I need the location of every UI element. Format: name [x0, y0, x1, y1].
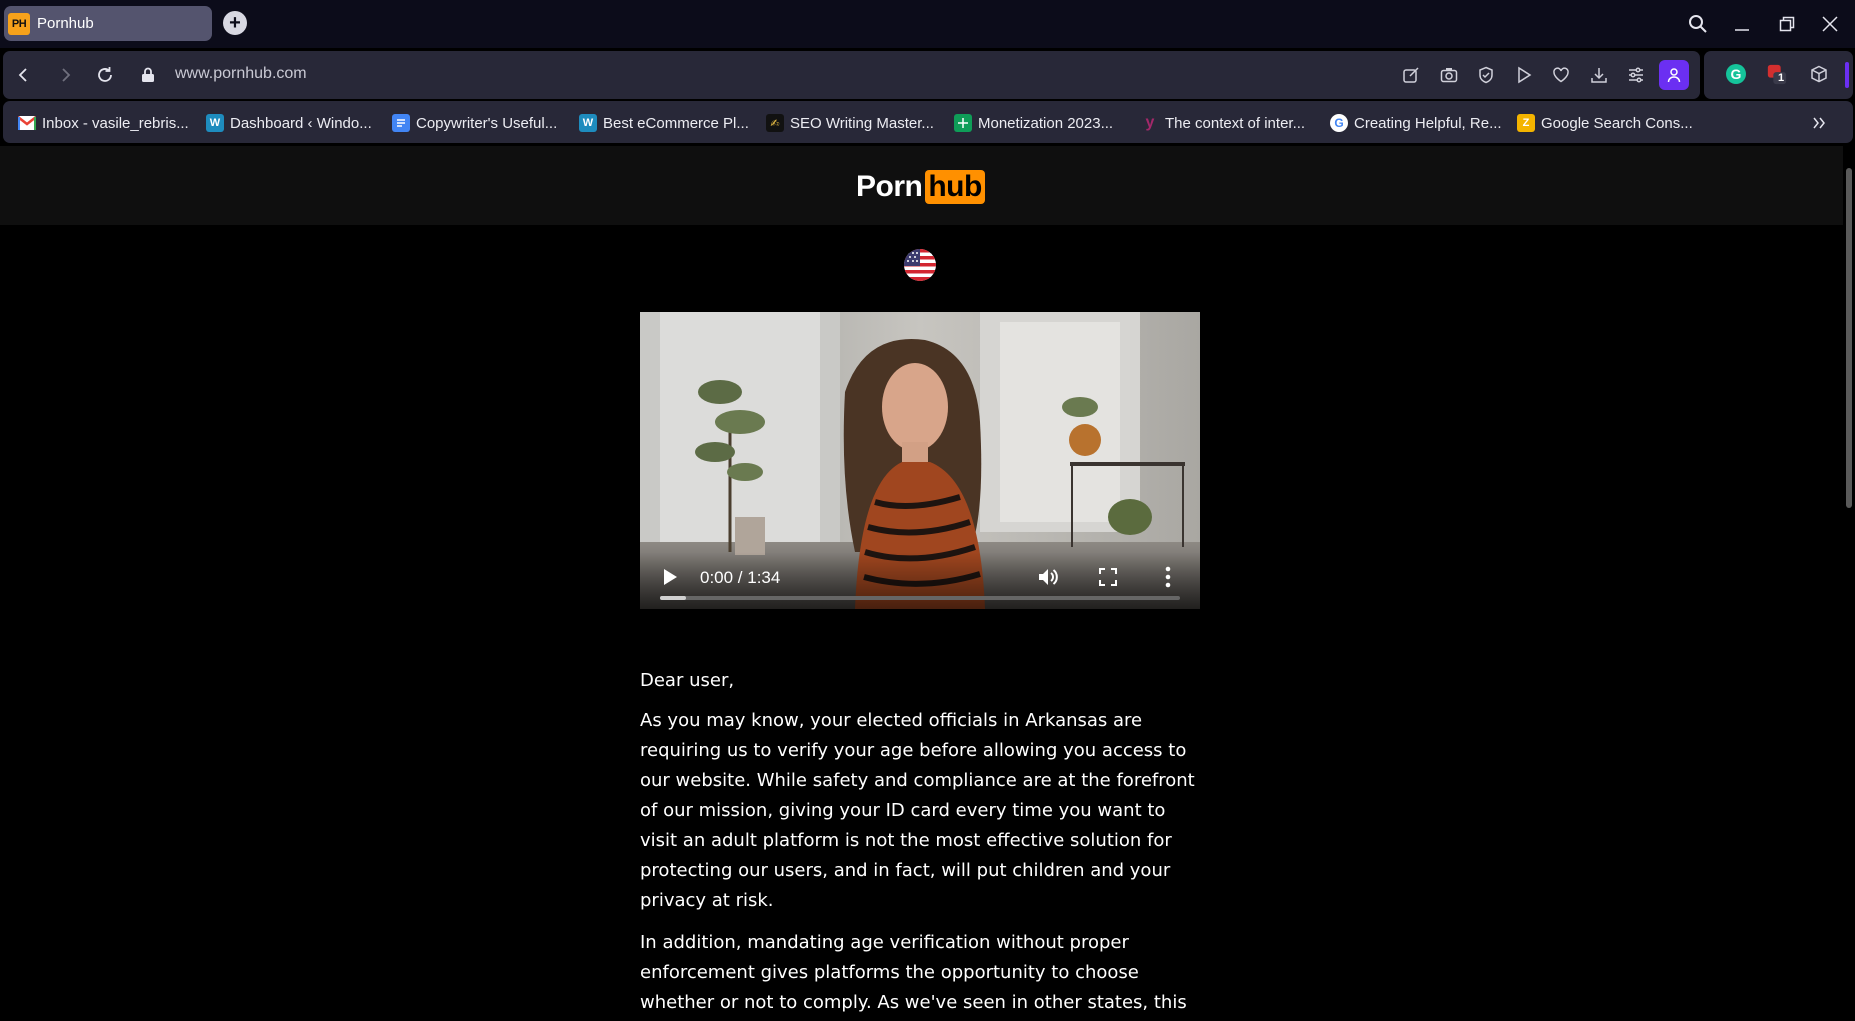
restore-icon[interactable] [1772, 10, 1802, 38]
video-progress-fill [660, 596, 686, 600]
google-docs-icon [392, 114, 410, 132]
wordpress-icon: W [579, 114, 597, 132]
volume-icon[interactable] [1037, 566, 1059, 593]
scrollbar-thumb[interactable] [1846, 168, 1852, 508]
fullscreen-icon[interactable] [1099, 568, 1117, 591]
bookmarks-bar: Inbox - vasile_rebris... W Dashboard ‹ W… [3, 101, 1853, 143]
address-bar: www.pornhub.com [3, 51, 1700, 99]
new-tab-button[interactable]: + [223, 11, 247, 35]
gmail-icon [18, 114, 36, 132]
forward-icon[interactable] [51, 61, 79, 89]
svg-text:G: G [1731, 66, 1742, 82]
tab-pornhub[interactable]: PH Pornhub [4, 6, 212, 41]
settings-sliders-icon[interactable] [1625, 64, 1647, 86]
grammarly-icon[interactable]: G [1725, 63, 1747, 85]
letter-paragraph: As you may know, your elected officials … [640, 710, 1195, 911]
minimize-icon[interactable] [1727, 10, 1757, 38]
letter-greeting: Dear user, [640, 670, 735, 691]
bookmark-label: Inbox - vasile_rebris... [42, 114, 189, 132]
video-time: 0:00 / 1:34 [700, 568, 781, 587]
yoast-icon: y [1145, 114, 1155, 131]
edit-icon[interactable] [1400, 64, 1422, 86]
player-icon[interactable] [1513, 64, 1535, 86]
bookmark-label: Google Search Cons... [1541, 114, 1693, 132]
more-options-icon[interactable] [1165, 566, 1171, 593]
reload-icon[interactable] [91, 61, 119, 89]
bookmark-label: Creating Helpful, Re... [1354, 114, 1502, 132]
site-logo[interactable]: Porn hub [856, 170, 985, 204]
bookmark-label: SEO Writing Master... [790, 114, 934, 132]
wordpress-icon: W [206, 114, 224, 132]
camera-icon[interactable] [1438, 64, 1460, 86]
heart-icon[interactable] [1550, 64, 1572, 86]
bookmark-item[interactable]: G Creating Helpful, Re... [1330, 112, 1502, 134]
lock-icon[interactable] [134, 61, 162, 89]
tab-title: Pornhub [37, 15, 94, 32]
back-icon[interactable] [10, 61, 38, 89]
bookmark-item[interactable]: y The context of inter... [1141, 112, 1306, 134]
title-bar: PH Pornhub + [0, 0, 1855, 48]
google-icon: G [1330, 114, 1348, 132]
bookmark-item[interactable]: ✍ SEO Writing Master... [766, 112, 934, 134]
letter-paragraph: In addition, mandating age verification … [640, 932, 1187, 1013]
sidebar-accent [1845, 62, 1849, 88]
bookmark-label: Best eCommerce Pl... [603, 114, 749, 132]
bookmark-label: The context of inter... [1165, 114, 1306, 132]
site-header: Porn hub [0, 146, 1843, 225]
bookmark-item[interactable]: Inbox - vasile_rebris... [18, 112, 189, 134]
extension-badge-icon[interactable]: 1 [1766, 63, 1788, 85]
download-icon[interactable] [1588, 64, 1610, 86]
google-sheets-icon [954, 114, 972, 132]
search-tabs-icon[interactable] [1683, 10, 1713, 38]
video-progress-bar[interactable] [660, 596, 1180, 600]
shield-icon[interactable] [1475, 64, 1497, 86]
bookmark-label: Dashboard ‹ Windo... [230, 114, 372, 132]
extensions-bar: G 1 [1704, 51, 1853, 99]
search-console-icon: Z [1517, 114, 1535, 132]
logo-text-porn: Porn [856, 170, 923, 203]
bookmark-item[interactable]: W Best eCommerce Pl... [579, 112, 749, 134]
extensions-cube-icon[interactable] [1808, 63, 1830, 85]
us-flag-icon[interactable] [904, 249, 936, 281]
bookmark-item[interactable]: Z Google Search Cons... [1517, 112, 1693, 134]
bookmark-label: Monetization 2023... [978, 114, 1114, 132]
bookmark-item[interactable]: Monetization 2023... [954, 112, 1113, 134]
video-player[interactable]: 0:00 / 1:34 [640, 312, 1200, 609]
logo-text-hub: hub [925, 170, 985, 204]
seo-icon: ✍ [766, 114, 784, 132]
bookmark-item[interactable]: Copywriter's Useful... [392, 112, 557, 134]
bookmark-label: Copywriter's Useful... [416, 114, 558, 132]
page-content: Porn hub 0:00 / 1:34 Dear user, As you m… [0, 146, 1855, 1021]
play-icon[interactable] [662, 568, 678, 591]
page-scrollbar[interactable] [1843, 146, 1855, 1021]
extension-badge-count: 1 [1778, 72, 1785, 84]
close-icon[interactable] [1815, 10, 1845, 38]
tab-favicon: PH [8, 12, 30, 35]
bookmarks-overflow-icon[interactable] [1812, 112, 1826, 134]
letter-body: As you may know, your elected officials … [640, 706, 1200, 1021]
url-input[interactable]: www.pornhub.com [175, 65, 307, 83]
video-controls: 0:00 / 1:34 [640, 552, 1200, 609]
profile-icon[interactable] [1659, 60, 1689, 90]
bookmark-item[interactable]: W Dashboard ‹ Windo... [206, 112, 372, 134]
